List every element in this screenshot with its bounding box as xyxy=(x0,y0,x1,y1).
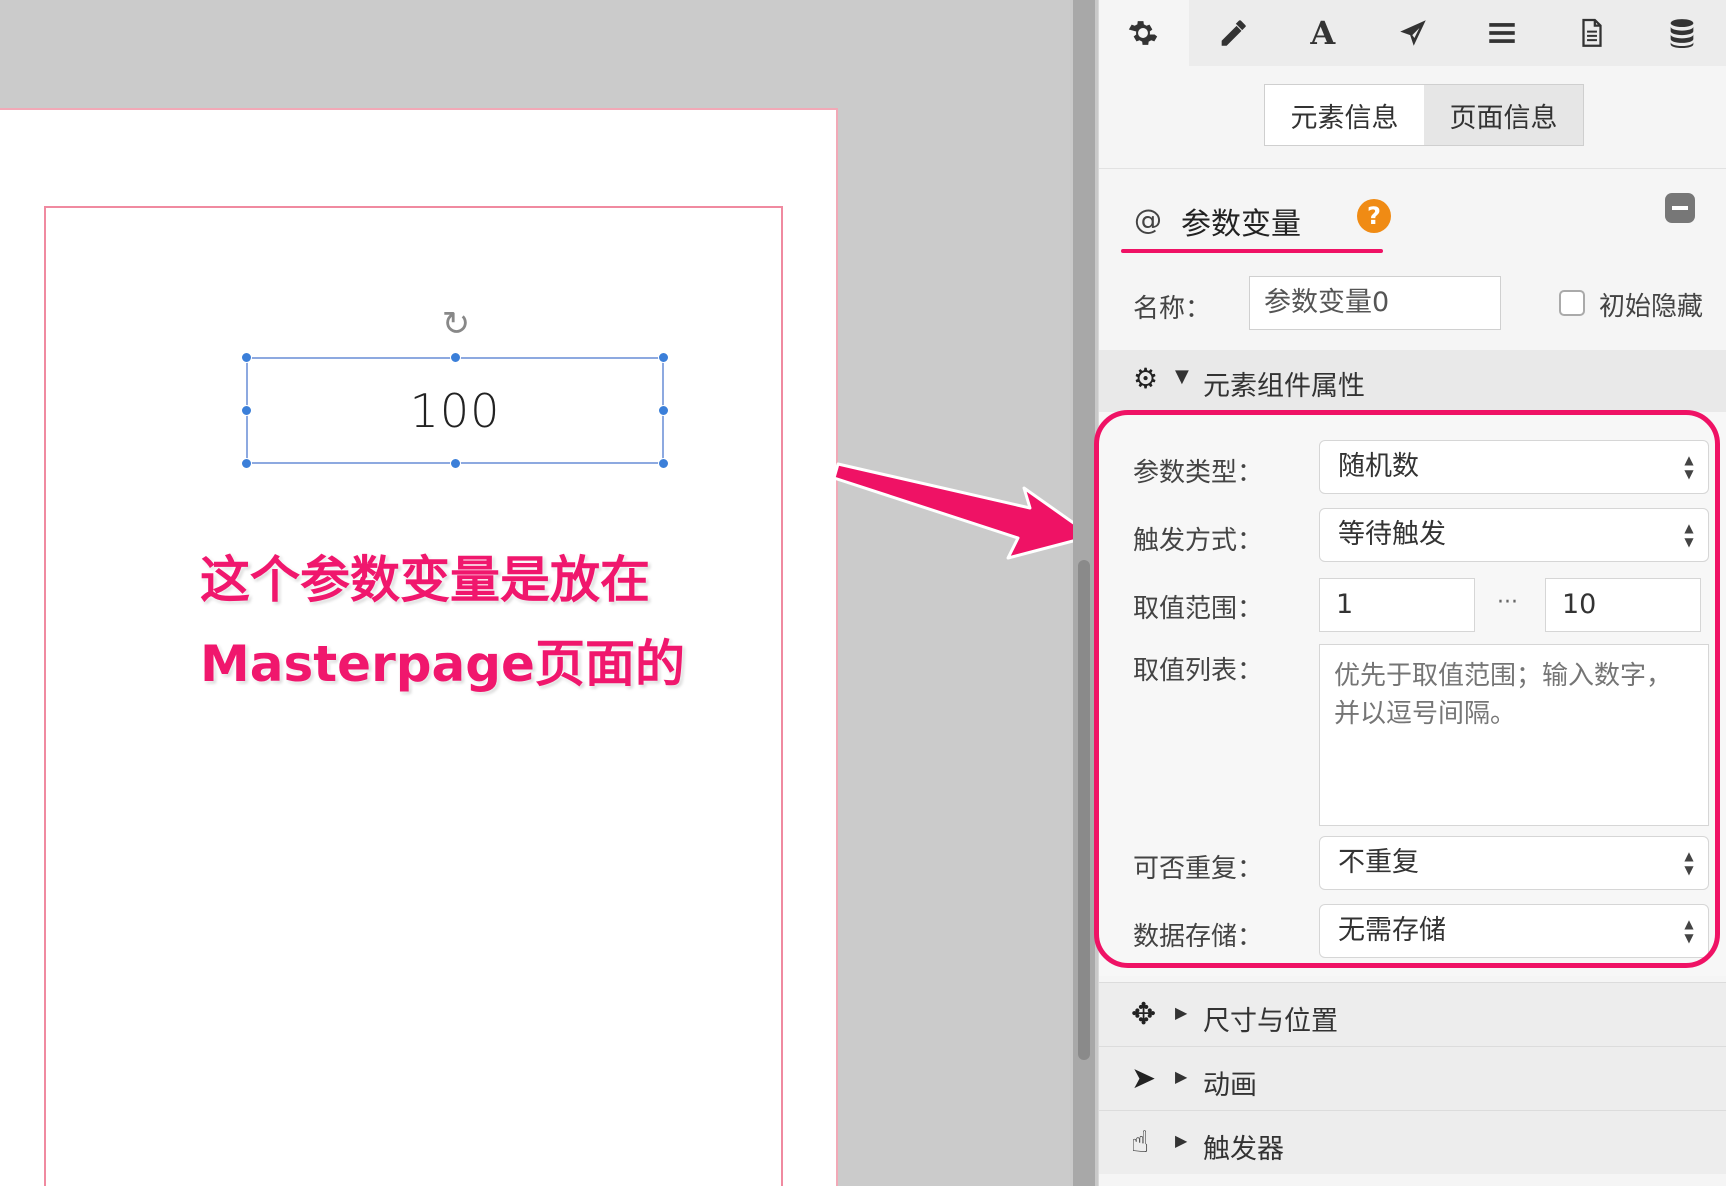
range-max-input[interactable]: 10 xyxy=(1545,578,1701,632)
updown-icon: ▲ ▼ xyxy=(1684,917,1694,945)
name-label: 名称： xyxy=(1133,294,1212,324)
parameter-variable-section-header: @ 参数变量 ? xyxy=(1099,168,1726,268)
trigger-title: 触发器 xyxy=(1203,1134,1284,1165)
tab-page-info[interactable]: 页面信息 xyxy=(1424,85,1583,145)
updown-icon: ▲ ▼ xyxy=(1684,521,1694,549)
help-icon[interactable]: ? xyxy=(1357,199,1391,233)
pointer-hand-icon: ☝ xyxy=(1131,1125,1150,1160)
resize-handle[interactable] xyxy=(658,405,669,416)
document-icon[interactable] xyxy=(1548,0,1638,66)
info-tabs: 元素信息 页面信息 xyxy=(1264,84,1584,146)
caret-right-icon: ▶ xyxy=(1175,1067,1188,1086)
name-input[interactable]: 参数变量0 xyxy=(1249,276,1501,330)
trigger-mode-label: 触发方式： xyxy=(1133,526,1264,556)
param-type-label: 参数类型： xyxy=(1133,458,1264,488)
annotation-arrow xyxy=(832,462,1094,560)
database-icon[interactable] xyxy=(1637,0,1726,66)
resize-handle[interactable] xyxy=(241,405,252,416)
component-properties-title: 元素组件属性 xyxy=(1203,371,1365,402)
resize-handle[interactable] xyxy=(241,352,252,363)
annotation-text: 这个参数变量是放在 Masterpage页面的 xyxy=(200,538,760,706)
send-icon: ➤ xyxy=(1131,1061,1157,1096)
pencil-icon[interactable] xyxy=(1189,0,1279,66)
size-position-section[interactable]: ✥ ▶ 尺寸与位置 xyxy=(1099,982,1726,1046)
resize-handle[interactable] xyxy=(450,458,461,469)
annotation-line: 这个参数变量是放在 xyxy=(200,551,650,609)
design-canvas[interactable]: ↻ 100 这个参数变量是放在 Masterpage页面的 xyxy=(0,0,1094,1186)
animation-section[interactable]: ➤ ▶ 动画 xyxy=(1099,1046,1726,1110)
section-title: 参数变量 xyxy=(1181,207,1301,242)
caret-down-icon: ▼ xyxy=(1175,366,1189,387)
name-row: 名称： 参数变量0 初始隐藏 xyxy=(1099,268,1726,348)
gear-icon: ⚙ xyxy=(1133,362,1159,395)
trigger-mode-select[interactable]: 等待触发 ▲ ▼ xyxy=(1319,508,1709,562)
range-separator: ··· xyxy=(1497,590,1518,615)
repeat-select[interactable]: 不重复 ▲ ▼ xyxy=(1319,836,1709,890)
repeat-label: 可否重复： xyxy=(1133,854,1264,884)
resize-handle[interactable] xyxy=(658,352,669,363)
range-min-input[interactable]: 1 xyxy=(1319,578,1475,632)
trigger-mode-value: 等待触发 xyxy=(1338,519,1446,550)
annotation-line: Masterpage页面的 xyxy=(200,635,685,693)
storage-select[interactable]: 无需存储 ▲ ▼ xyxy=(1319,904,1709,958)
size-position-title: 尺寸与位置 xyxy=(1203,1006,1338,1037)
element-value: 100 xyxy=(409,383,501,438)
initially-hidden-label: 初始隐藏 xyxy=(1599,292,1704,322)
menu-icon[interactable] xyxy=(1458,0,1548,66)
storage-label: 数据存储： xyxy=(1133,922,1264,952)
component-properties-body: 参数类型： 随机数 ▲ ▼ 触发方式： 等待触发 ▲ ▼ 取值范围： 1 ··· 1… xyxy=(1099,412,1726,976)
caret-right-icon: ▶ xyxy=(1175,1131,1188,1150)
param-type-select[interactable]: 随机数 ▲ ▼ xyxy=(1319,440,1709,494)
section-underline xyxy=(1121,249,1383,253)
rotate-icon[interactable]: ↻ xyxy=(436,304,476,344)
gear-icon[interactable] xyxy=(1099,0,1189,66)
tab-element-info[interactable]: 元素信息 xyxy=(1265,85,1424,145)
text-icon[interactable]: A xyxy=(1278,0,1368,66)
panel-toolbar: A xyxy=(1099,0,1726,66)
parameter-variable-element[interactable]: 100 xyxy=(241,352,669,469)
repeat-value: 不重复 xyxy=(1338,847,1419,878)
updown-icon: ▲ ▼ xyxy=(1684,849,1694,877)
move-icon: ✥ xyxy=(1131,997,1157,1032)
scrollbar-thumb[interactable] xyxy=(1078,560,1090,1060)
animation-title: 动画 xyxy=(1203,1070,1257,1101)
trigger-section[interactable]: ☝ ▶ 触发器 xyxy=(1099,1110,1726,1174)
value-list-textarea[interactable] xyxy=(1319,644,1709,826)
at-icon: @ xyxy=(1134,203,1162,236)
canvas-scrollbar[interactable] xyxy=(1073,0,1095,1186)
resize-handle[interactable] xyxy=(658,458,669,469)
resize-handle[interactable] xyxy=(241,458,252,469)
send-icon[interactable] xyxy=(1368,0,1458,66)
updown-icon: ▲ ▼ xyxy=(1684,453,1694,481)
storage-value: 无需存储 xyxy=(1338,915,1446,946)
value-list-label: 取值列表： xyxy=(1133,656,1264,686)
initially-hidden-checkbox[interactable] xyxy=(1559,290,1585,316)
properties-panel: A 元素信息 页面信息 @ 参数变量 ? 名称： 参数变量0 初始隐藏 ⚙ ▼ … xyxy=(1098,0,1726,1186)
resize-handle[interactable] xyxy=(450,352,461,363)
range-label: 取值范围： xyxy=(1133,594,1264,624)
param-type-value: 随机数 xyxy=(1338,451,1419,482)
caret-right-icon: ▶ xyxy=(1175,1003,1188,1022)
component-properties-header[interactable]: ⚙ ▼ 元素组件属性 xyxy=(1099,350,1726,412)
collapse-button[interactable] xyxy=(1665,193,1695,223)
